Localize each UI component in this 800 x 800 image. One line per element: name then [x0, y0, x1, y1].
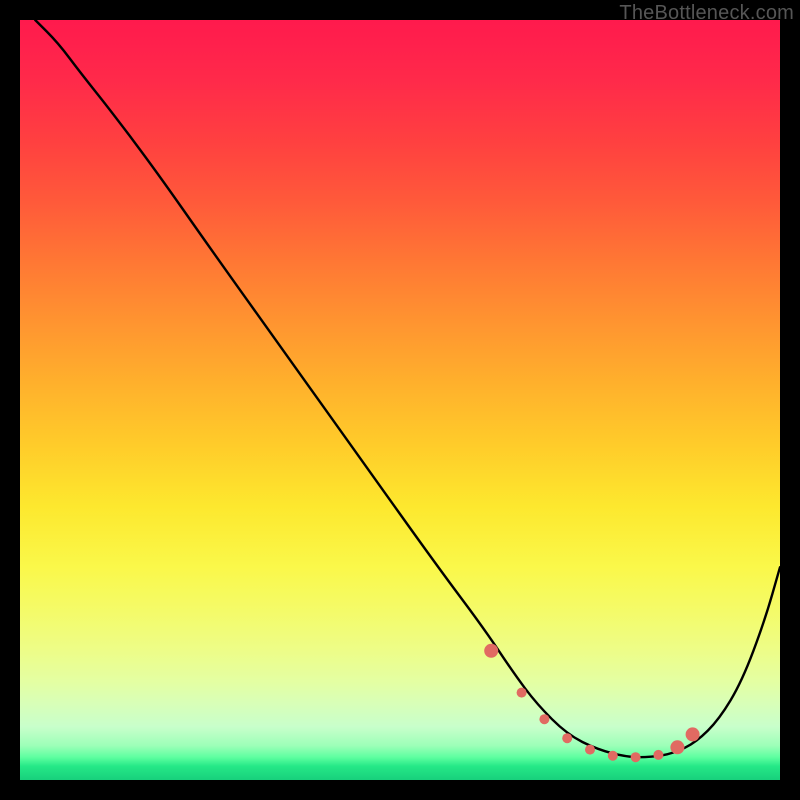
chart-frame: TheBottleneck.com [0, 0, 800, 800]
highlight-dot [608, 751, 618, 761]
bottleneck-curve [35, 20, 780, 757]
highlight-dot [517, 688, 527, 698]
highlight-dot [539, 714, 549, 724]
highlight-dot [585, 745, 595, 755]
highlight-dot [484, 644, 498, 658]
chart-svg [20, 20, 780, 780]
highlight-dot [686, 727, 700, 741]
highlight-dot [562, 733, 572, 743]
highlight-dot [670, 740, 684, 754]
highlight-dot [631, 752, 641, 762]
highlight-dots-group [484, 644, 699, 762]
watermark-text: TheBottleneck.com [619, 2, 794, 25]
highlight-dot [653, 750, 663, 760]
